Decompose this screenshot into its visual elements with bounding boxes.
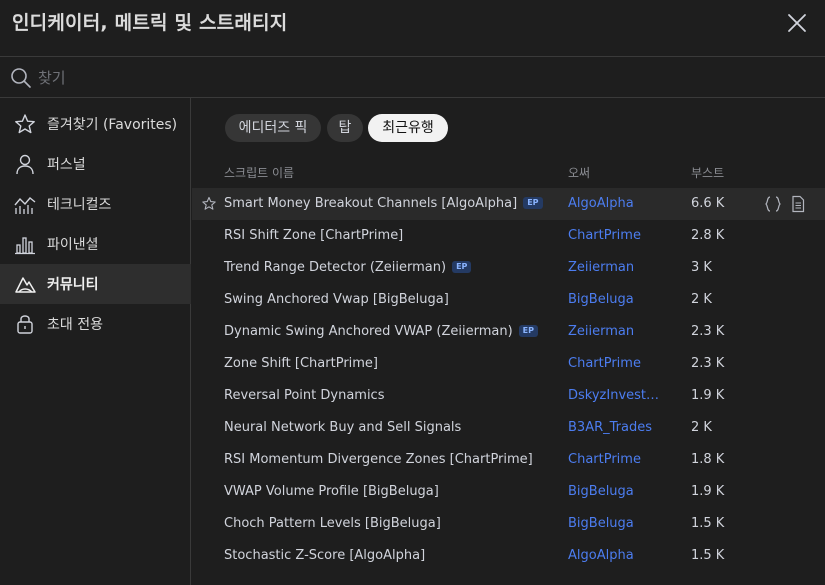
sidebar-item-label: 퍼스널 — [47, 157, 86, 173]
author-link[interactable]: AlgoAlpha — [568, 196, 668, 211]
author-link[interactable]: BigBeluga — [568, 484, 668, 499]
script-name[interactable]: Dynamic Swing Anchored VWAP (Zeiierman) E… — [224, 324, 538, 339]
sidebar-item-label: 커뮤니티 — [47, 277, 99, 293]
ep-badge: EP — [518, 325, 538, 337]
dialog-title: 인디케이터, 메트릭 및 스트래티지 — [12, 12, 288, 34]
table-row[interactable]: Dynamic Swing Anchored VWAP (Zeiierman) E… — [192, 316, 825, 348]
sidebar-item-favorites[interactable]: 즐겨찾기 (Favorites) — [0, 104, 191, 144]
search-icon — [11, 68, 31, 88]
lock-icon — [17, 315, 33, 334]
script-name[interactable]: Reversal Point Dynamics — [224, 388, 384, 403]
boost-count: 1.9 K — [691, 484, 725, 499]
column-header-name[interactable]: 스크립트 이름 — [224, 164, 294, 181]
table-row[interactable]: RSI Momentum Divergence Zones [ChartPrim… — [192, 444, 825, 476]
bar-chart-icon — [15, 237, 35, 255]
table-row[interactable]: Swing Anchored Vwap [BigBeluga] BigBelug… — [192, 284, 825, 316]
script-name-text: Trend Range Detector (Zeiierman) — [224, 260, 447, 275]
table-row[interactable]: Choch Pattern Levels [BigBeluga] BigBelu… — [192, 508, 825, 540]
author-link[interactable]: B3AR_Trades — [568, 420, 668, 435]
sidebar-item-community[interactable]: 커뮤니티 — [0, 264, 191, 304]
table-row[interactable]: Trend Range Detector (Zeiierman) EP Zeiie… — [192, 252, 825, 284]
boost-count: 3 K — [691, 260, 712, 275]
boost-count: 2 K — [691, 420, 712, 435]
script-name[interactable]: RSI Momentum Divergence Zones [ChartPrim… — [224, 452, 533, 467]
close-button[interactable] — [784, 10, 810, 36]
script-name[interactable]: Stochastic Z-Score [AlgoAlpha] — [224, 548, 425, 563]
sidebar-item-technicals[interactable]: 테크니컬즈 — [0, 184, 191, 224]
script-name[interactable]: Swing Anchored Vwap [BigBeluga] — [224, 292, 449, 307]
source-code-icon[interactable] — [764, 195, 782, 213]
table-row[interactable]: Neural Network Buy and Sell Signals B3AR… — [192, 412, 825, 444]
script-name[interactable]: Trend Range Detector (Zeiierman) EP — [224, 260, 472, 275]
author-link[interactable]: Zeiierman — [568, 260, 668, 275]
script-name[interactable]: Smart Money Breakout Channels [AlgoAlpha… — [224, 196, 543, 211]
sidebar-item-label: 즐겨찾기 (Favorites) — [47, 117, 178, 133]
author-link[interactable]: BigBeluga — [568, 516, 668, 531]
boost-count: 2.8 K — [691, 228, 725, 243]
star-icon[interactable] — [201, 196, 217, 212]
boost-count: 1.5 K — [691, 548, 725, 563]
search-bar — [0, 57, 825, 98]
script-name-text: Dynamic Swing Anchored VWAP (Zeiierman) — [224, 324, 513, 339]
technicals-chart-icon — [14, 197, 36, 214]
column-header-boost[interactable]: 부스트 — [691, 164, 724, 181]
script-name[interactable]: Zone Shift [ChartPrime] — [224, 356, 378, 371]
author-link[interactable]: ChartPrime — [568, 228, 668, 243]
close-icon — [788, 14, 806, 32]
sidebar-item-label: 파이낸셜 — [47, 237, 99, 253]
sidebar-item-invite-only[interactable]: 초대 전용 — [0, 304, 191, 344]
table-row[interactable]: Zone Shift [ChartPrime] ChartPrime 2.3 K — [192, 348, 825, 380]
table-row[interactable]: VWAP Volume Profile [BigBeluga] BigBelug… — [192, 476, 825, 508]
boost-count: 6.6 K — [691, 196, 725, 211]
table-row[interactable]: Reversal Point Dynamics DskyzInvestm… 1.… — [192, 380, 825, 412]
community-icon — [15, 277, 36, 293]
user-icon — [16, 154, 34, 175]
sidebar: 즐겨찾기 (Favorites) 퍼스널 테크니컬즈 파이낸셜 커뮤니티 초대 … — [0, 98, 191, 585]
author-link[interactable]: BigBeluga — [568, 292, 668, 307]
tab-top[interactable]: 탑 — [327, 114, 363, 142]
search-input[interactable] — [38, 65, 798, 91]
dialog-header: 인디케이터, 메트릭 및 스트래티지 — [0, 0, 825, 57]
ep-badge: EP — [452, 261, 472, 273]
script-name[interactable]: RSI Shift Zone [ChartPrime] — [224, 228, 403, 243]
document-icon[interactable] — [790, 195, 806, 213]
author-link[interactable]: ChartPrime — [568, 452, 668, 467]
table-row[interactable]: RSI Shift Zone [ChartPrime] ChartPrime 2… — [192, 220, 825, 252]
ep-badge: EP — [523, 197, 543, 209]
script-name[interactable]: Neural Network Buy and Sell Signals — [224, 420, 461, 435]
star-icon — [15, 114, 35, 134]
boost-count: 2.3 K — [691, 324, 725, 339]
tab-editors-picks[interactable]: 에디터즈 픽 — [225, 114, 321, 142]
author-link[interactable]: AlgoAlpha — [568, 548, 668, 563]
author-link[interactable]: Zeiierman — [568, 324, 668, 339]
script-name[interactable]: VWAP Volume Profile [BigBeluga] — [224, 484, 439, 499]
boost-count: 2.3 K — [691, 356, 725, 371]
sidebar-item-label: 테크니컬즈 — [47, 197, 112, 213]
boost-count: 1.8 K — [691, 452, 725, 467]
boost-count: 2 K — [691, 292, 712, 307]
script-name[interactable]: Choch Pattern Levels [BigBeluga] — [224, 516, 441, 531]
script-name-text: Smart Money Breakout Channels [AlgoAlpha… — [224, 196, 518, 211]
tab-trending[interactable]: 최근유행 — [368, 114, 448, 142]
sidebar-item-label: 초대 전용 — [47, 317, 103, 333]
author-link[interactable]: DskyzInvestm… — [568, 388, 668, 403]
boost-count: 1.5 K — [691, 516, 725, 531]
sidebar-item-financials[interactable]: 파이낸셜 — [0, 224, 191, 264]
script-list-panel: 에디터즈 픽 탑 최근유행 스크립트 이름 오써 부스트 Smart Money… — [192, 98, 825, 585]
author-link[interactable]: ChartPrime — [568, 356, 668, 371]
table-row[interactable]: Stochastic Z-Score [AlgoAlpha] AlgoAlpha… — [192, 540, 825, 572]
sidebar-item-personal[interactable]: 퍼스널 — [0, 144, 191, 184]
column-header-author[interactable]: 오써 — [568, 164, 590, 181]
table-row[interactable]: Smart Money Breakout Channels [AlgoAlpha… — [192, 188, 825, 220]
boost-count: 1.9 K — [691, 388, 725, 403]
